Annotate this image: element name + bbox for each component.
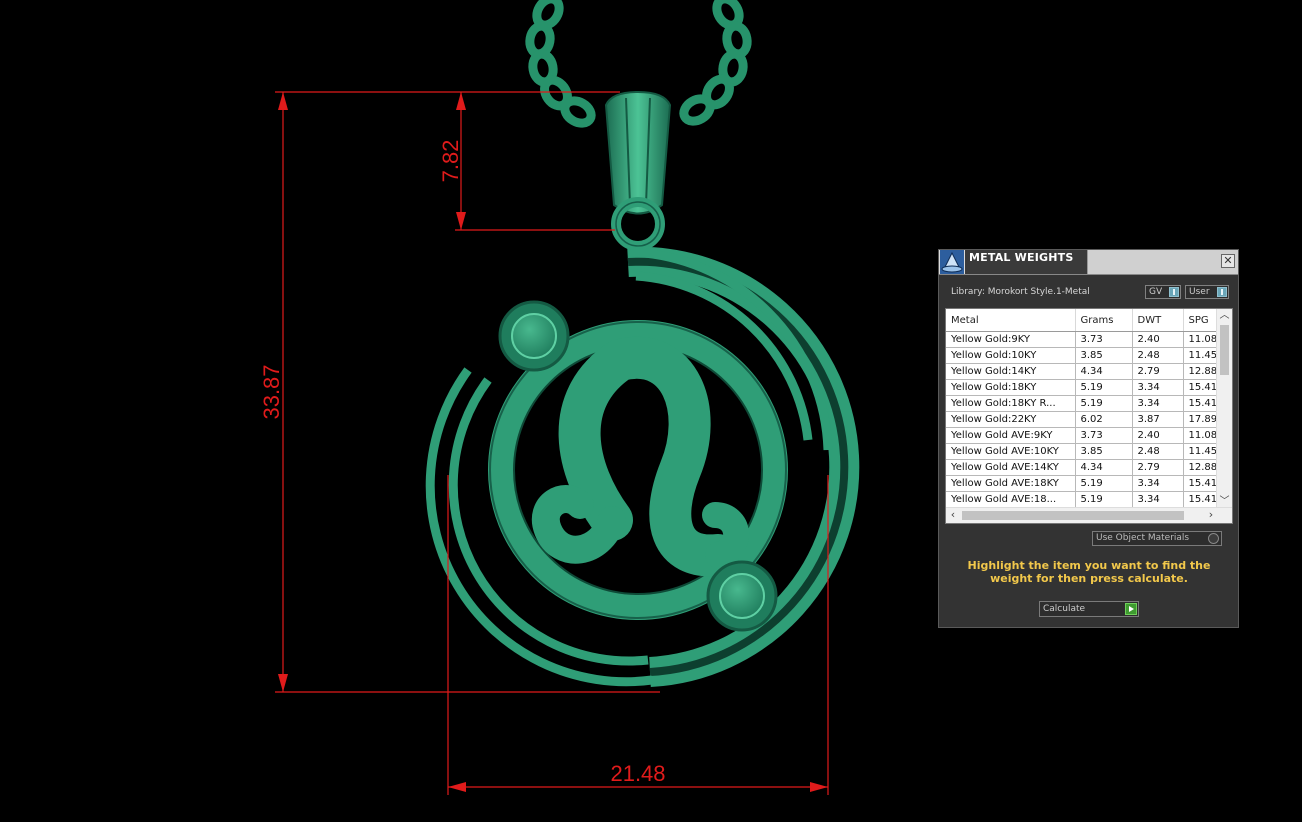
- cell-metal: Yellow Gold AVE:18KY: [946, 475, 1076, 492]
- cell-spg: 11.45: [1183, 347, 1219, 364]
- cell-grams: 5.19: [1075, 395, 1133, 412]
- column-header-metal[interactable]: Metal: [946, 309, 1076, 332]
- table-row[interactable]: Yellow Gold AVE:10KY 3.85 2.48 11.45: [946, 443, 1219, 460]
- gv-toggle-label: GV: [1149, 287, 1163, 297]
- leo-symbol: [531, 337, 749, 577]
- cell-metal: Yellow Gold:18KY R...: [946, 395, 1076, 412]
- use-object-materials-option[interactable]: Use Object Materials: [1092, 531, 1222, 546]
- cell-grams: 4.34: [1075, 363, 1133, 380]
- cell-spg: 15.41: [1183, 379, 1219, 396]
- cell-dwt: 2.79: [1132, 363, 1184, 380]
- cell-grams: 3.73: [1075, 427, 1133, 444]
- column-header-spg[interactable]: SPG: [1183, 309, 1219, 332]
- cell-dwt: 3.34: [1132, 379, 1184, 396]
- cell-spg: 11.45: [1183, 443, 1219, 460]
- bezel-disc-bottom: [706, 560, 778, 632]
- dimension-height-label: 33.87: [259, 364, 284, 419]
- panel-title: METAL WEIGHTS: [969, 251, 1074, 264]
- dimension-width-label: 21.48: [610, 761, 665, 786]
- play-icon: [1125, 603, 1137, 615]
- user-toggle-label: User: [1189, 287, 1210, 297]
- chevron-left-icon[interactable]: ‹: [946, 508, 960, 523]
- table-row[interactable]: Yellow Gold:22KY 6.02 3.87 17.89: [946, 411, 1219, 428]
- cell-grams: 3.85: [1075, 347, 1133, 364]
- calculate-button[interactable]: Calculate: [1039, 601, 1139, 617]
- cell-dwt: 3.87: [1132, 411, 1184, 428]
- cell-dwt: 2.48: [1132, 443, 1184, 460]
- cell-metal: Yellow Gold:14KY: [946, 363, 1076, 380]
- cell-spg: 15.41: [1183, 395, 1219, 412]
- cell-dwt: 3.34: [1132, 491, 1184, 508]
- use-object-materials-label: Use Object Materials: [1096, 533, 1190, 543]
- table-row[interactable]: Yellow Gold AVE:9KY 3.73 2.40 11.08: [946, 427, 1219, 444]
- radio-icon[interactable]: [1208, 533, 1219, 544]
- close-button[interactable]: ✕: [1221, 254, 1235, 268]
- calculate-label: Calculate: [1043, 604, 1086, 614]
- cell-dwt: 2.48: [1132, 347, 1184, 364]
- metal-table: Metal Grams DWT SPG Yellow Gold:9KY 3.73 2…: [946, 309, 1219, 508]
- cell-metal: Yellow Gold AVE:18...: [946, 491, 1076, 508]
- cell-dwt: 3.34: [1132, 475, 1184, 492]
- instruction-text: Highlight the item you want to find the …: [967, 559, 1211, 585]
- panel-titlebar[interactable]: METAL WEIGHTS ✕: [939, 250, 1238, 275]
- scroll-thumb[interactable]: [1220, 325, 1229, 375]
- cell-dwt: 2.79: [1132, 459, 1184, 476]
- metal-table-container[interactable]: Metal Grams DWT SPG Yellow Gold:9KY 3.73 2…: [945, 308, 1233, 524]
- metal-weights-panel: METAL WEIGHTS ✕ Library: Morokort Style.…: [938, 249, 1239, 628]
- library-label: Library: Morokort Style.1-Metal: [951, 287, 1090, 297]
- cell-metal: Yellow Gold:9KY: [946, 331, 1076, 348]
- toggle-switch-icon: [1217, 287, 1227, 297]
- cell-spg: 17.89: [1183, 411, 1219, 428]
- cell-metal: Yellow Gold AVE:10KY: [946, 443, 1076, 460]
- table-row[interactable]: Yellow Gold AVE:14KY 4.34 2.79 12.88: [946, 459, 1219, 476]
- dimension-lines: [275, 91, 829, 795]
- bail: [604, 90, 672, 251]
- gv-toggle[interactable]: GV: [1145, 285, 1181, 299]
- chevron-right-icon[interactable]: ›: [1204, 508, 1218, 523]
- cell-metal: Yellow Gold:22KY: [946, 411, 1076, 428]
- cell-spg: 12.88: [1183, 459, 1219, 476]
- table-row[interactable]: Yellow Gold:18KY 5.19 3.34 15.41: [946, 379, 1219, 396]
- cell-metal: Yellow Gold:18KY: [946, 379, 1076, 396]
- cell-spg: 11.08: [1183, 427, 1219, 444]
- chevron-up-icon[interactable]: ︿: [1217, 309, 1232, 323]
- cell-metal: Yellow Gold AVE:14KY: [946, 459, 1076, 476]
- cell-grams: 3.85: [1075, 443, 1133, 460]
- table-row[interactable]: Yellow Gold AVE:18KY 5.19 3.34 15.41: [946, 475, 1219, 492]
- table-row[interactable]: Yellow Gold:18KY R... 5.19 3.34 15.41: [946, 395, 1219, 412]
- table-row[interactable]: Yellow Gold:10KY 3.85 2.48 11.45: [946, 347, 1219, 364]
- table-row[interactable]: Yellow Gold AVE:18... 5.19 3.34 15.41: [946, 491, 1219, 508]
- vertical-scrollbar[interactable]: ︿ ﹀: [1216, 309, 1232, 509]
- cell-dwt: 3.34: [1132, 395, 1184, 412]
- cell-grams: 6.02: [1075, 411, 1133, 428]
- cell-metal: Yellow Gold AVE:9KY: [946, 427, 1076, 444]
- cell-grams: 5.19: [1075, 491, 1133, 508]
- cell-grams: 4.34: [1075, 459, 1133, 476]
- cell-metal: Yellow Gold:10KY: [946, 347, 1076, 364]
- cell-grams: 5.19: [1075, 475, 1133, 492]
- cell-grams: 5.19: [1075, 379, 1133, 396]
- wizard-hat-icon: [940, 250, 964, 274]
- cell-spg: 15.41: [1183, 475, 1219, 492]
- column-header-dwt[interactable]: DWT: [1132, 309, 1184, 332]
- table-header-row: Metal Grams DWT SPG: [946, 309, 1219, 332]
- cell-dwt: 2.40: [1132, 427, 1184, 444]
- column-header-grams[interactable]: Grams: [1075, 309, 1133, 332]
- horizontal-scrollbar[interactable]: ‹ ›: [946, 507, 1232, 523]
- table-row[interactable]: Yellow Gold:9KY 3.73 2.40 11.08: [946, 331, 1219, 348]
- bezel-disc-top: [498, 300, 570, 372]
- cell-spg: 12.88: [1183, 363, 1219, 380]
- cell-spg: 11.08: [1183, 331, 1219, 348]
- cell-dwt: 2.40: [1132, 331, 1184, 348]
- cell-spg: 15.41: [1183, 491, 1219, 508]
- dimension-bail-label: 7.82: [438, 140, 463, 183]
- user-toggle[interactable]: User: [1185, 285, 1229, 299]
- toggle-switch-icon: [1169, 287, 1179, 297]
- title-spacer: [1087, 250, 1238, 274]
- scroll-thumb[interactable]: [962, 511, 1184, 520]
- cell-grams: 3.73: [1075, 331, 1133, 348]
- table-row[interactable]: Yellow Gold:14KY 4.34 2.79 12.88: [946, 363, 1219, 380]
